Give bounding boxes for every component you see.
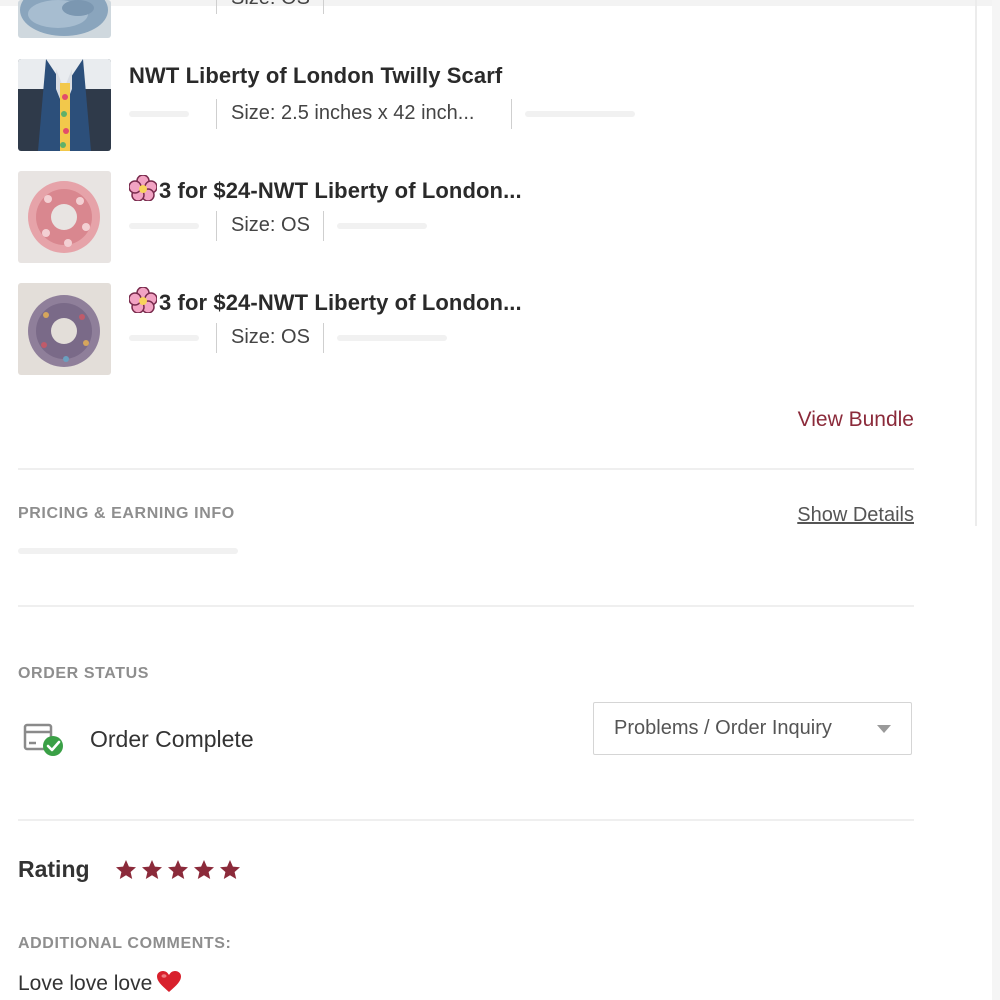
heart-icon bbox=[157, 971, 182, 992]
redacted-text bbox=[129, 111, 189, 117]
redacted-text bbox=[337, 335, 447, 341]
flower-icon bbox=[129, 175, 157, 201]
redacted-text bbox=[129, 223, 199, 229]
denim-scrunchie-photo bbox=[18, 0, 111, 38]
pricing-section-label: PRICING & EARNING INFO bbox=[18, 505, 235, 522]
divider bbox=[18, 819, 914, 821]
rating-label: Rating bbox=[18, 856, 90, 882]
star-icon bbox=[116, 860, 136, 879]
flower-icon bbox=[129, 287, 157, 313]
order-inquiry-label: Problems / Order Inquiry bbox=[614, 717, 832, 739]
additional-comments-label: ADDITIONAL COMMENTS: bbox=[18, 935, 232, 952]
comment-body: Love love love bbox=[18, 972, 153, 995]
chevron-down-icon bbox=[877, 725, 891, 733]
item-title-text: 3 for $24-NWT Liberty of London... bbox=[159, 178, 522, 203]
separator bbox=[216, 99, 217, 129]
item-title[interactable]: 3 for $24-NWT Liberty of London... bbox=[129, 175, 522, 204]
order-inquiry-dropdown[interactable]: Problems / Order Inquiry bbox=[593, 702, 912, 755]
item-title-text: 3 for $24-NWT Liberty of London... bbox=[159, 290, 522, 315]
star-icon bbox=[168, 860, 188, 879]
separator bbox=[323, 0, 324, 14]
separator bbox=[511, 99, 512, 129]
separator bbox=[323, 323, 324, 353]
divider bbox=[18, 605, 914, 607]
package-check-icon bbox=[23, 723, 63, 756]
separator bbox=[216, 0, 217, 14]
divider bbox=[18, 468, 914, 470]
item-size: Size: OS bbox=[231, 214, 310, 236]
item-size: Size: OS bbox=[231, 326, 310, 348]
item-thumbnail[interactable] bbox=[18, 283, 111, 375]
page-edge bbox=[992, 0, 1000, 1000]
star-icon bbox=[220, 860, 240, 879]
redacted-text bbox=[129, 335, 199, 341]
separator bbox=[323, 211, 324, 241]
item-thumbnail[interactable] bbox=[18, 59, 111, 151]
scroll-track bbox=[975, 0, 977, 526]
item-title[interactable]: NWT Liberty of London Twilly Scarf bbox=[129, 63, 502, 89]
show-details-link[interactable]: Show Details bbox=[797, 504, 914, 527]
item-size: Size: 2.5 inches x 42 inch... bbox=[231, 102, 475, 124]
item-size: Size: OS bbox=[231, 0, 310, 10]
separator bbox=[216, 323, 217, 353]
redacted-text bbox=[525, 111, 635, 117]
item-thumbnail[interactable] bbox=[18, 0, 111, 38]
separator bbox=[216, 211, 217, 241]
redacted-text bbox=[337, 223, 427, 229]
top-edge bbox=[0, 0, 1000, 6]
item-title[interactable]: 3 for $24-NWT Liberty of London... bbox=[129, 287, 522, 316]
star-icon bbox=[194, 860, 214, 879]
redacted-text bbox=[18, 548, 238, 554]
scarf-photo bbox=[18, 59, 111, 151]
star-rating bbox=[114, 858, 242, 882]
item-thumbnail[interactable] bbox=[18, 171, 111, 263]
purple-scrunchie-photo bbox=[18, 283, 111, 375]
order-status-label: ORDER STATUS bbox=[18, 665, 150, 682]
comment-text: Love love love bbox=[18, 970, 182, 996]
view-bundle-link[interactable]: View Bundle bbox=[798, 408, 914, 432]
pink-scrunchie-photo bbox=[18, 171, 111, 263]
star-icon bbox=[142, 860, 162, 879]
order-status-text: Order Complete bbox=[90, 726, 254, 752]
